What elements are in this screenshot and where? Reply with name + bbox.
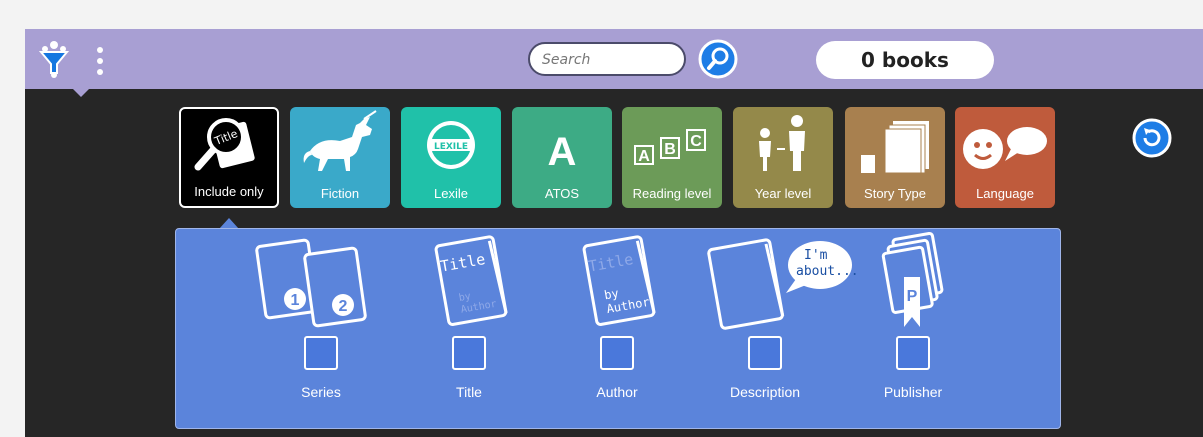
book-count: 0 books [816, 41, 994, 79]
filter-reading-level[interactable]: A B C Reading level [622, 107, 722, 208]
publisher-checkbox[interactable] [896, 336, 930, 370]
series-books-icon: 1 2 [255, 238, 367, 328]
description-book-icon: I'm about... [707, 238, 859, 330]
option-icon-text: by [458, 291, 472, 304]
tile-icon-text: B [664, 141, 676, 158]
publisher-books-icon: P [881, 231, 944, 327]
option-icon-text: 1 [291, 292, 300, 309]
filter-label: Lexile [434, 186, 468, 201]
series-checkbox[interactable] [304, 336, 338, 370]
option-label: Author [596, 384, 638, 400]
author-checkbox[interactable] [600, 336, 634, 370]
option-author: Title by Author Author [552, 229, 682, 430]
option-label: Description [729, 384, 801, 400]
option-publisher: P Publisher [848, 229, 978, 430]
filter-label: Reading level [632, 186, 712, 201]
option-label: Series [301, 384, 341, 400]
search-icon[interactable] [698, 39, 738, 79]
search-box [528, 42, 686, 76]
filter-atos[interactable]: A ATOS [512, 107, 612, 208]
filter-label: Include only [194, 184, 264, 199]
filter-include-only[interactable]: Title Include only [179, 107, 279, 208]
title-book-icon: Title by Author [434, 235, 508, 326]
tile-icon-text: C [690, 133, 702, 150]
more-options-icon[interactable] [96, 47, 104, 75]
option-series: 1 2 Series [255, 229, 386, 430]
filter-label: Language [976, 186, 1034, 201]
filter-fiction[interactable]: Fiction [290, 107, 390, 208]
author-book-icon: Title by Author [582, 235, 656, 326]
filter-lexile[interactable]: LEXILE Lexile [401, 107, 501, 208]
option-label: Title [456, 384, 482, 400]
people-height-icon [759, 115, 805, 171]
filter-label: Fiction [320, 186, 360, 201]
speech-face-icon [963, 127, 1047, 169]
option-description: I'm about... Description [700, 229, 859, 430]
option-label: Publisher [883, 384, 943, 400]
app-frame: 0 books Title Include only Fiction LEXIL… [25, 29, 1203, 437]
filter-story-type[interactable]: Story Type [845, 107, 945, 208]
book-stack-icon [861, 121, 929, 174]
tile-icon-text: A [548, 130, 577, 174]
reset-icon[interactable] [1132, 118, 1172, 158]
abc-blocks-icon: A B C [634, 129, 706, 165]
filter-year-level[interactable]: Year level [733, 107, 833, 208]
lexile-logo-icon: LEXILE [427, 121, 475, 169]
search-input[interactable] [540, 49, 682, 71]
tile-icon-text: A [638, 148, 650, 165]
filter-funnel-icon[interactable] [39, 40, 69, 78]
description-checkbox[interactable] [748, 336, 782, 370]
letter-a-icon: A [548, 130, 577, 174]
filter-label: ATOS [544, 186, 580, 201]
unicorn-icon [303, 110, 377, 171]
filter-label: Year level [754, 186, 812, 201]
filter-label: Story Type [864, 186, 926, 201]
title-checkbox[interactable] [452, 336, 486, 370]
option-title: Title by Author Title [404, 229, 534, 430]
option-icon-text: P [907, 288, 918, 305]
filter-language[interactable]: Language [955, 107, 1055, 208]
menu-pointer [73, 89, 89, 97]
option-icon-text: I'm [804, 248, 828, 263]
tile-icon-text: LEXILE [434, 142, 468, 152]
option-icon-text: 2 [339, 298, 348, 315]
top-bar: 0 books [25, 29, 1203, 89]
magnifier-title-icon: Title [194, 118, 255, 171]
include-only-panel: 1 2 Series Title by Author Title Title b… [175, 228, 1061, 429]
